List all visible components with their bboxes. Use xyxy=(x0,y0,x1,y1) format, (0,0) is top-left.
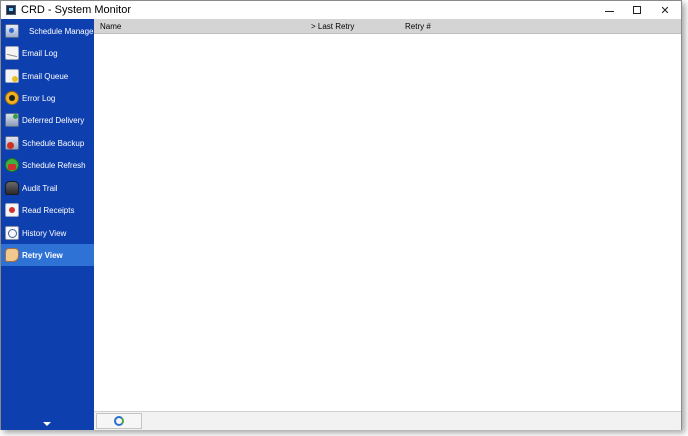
deferred-delivery-icon xyxy=(5,113,19,127)
sidebar-item-label: Deferred Delivery xyxy=(22,115,85,125)
minimize-icon xyxy=(604,10,614,12)
title-bar[interactable]: CRD - System Monitor ✕ xyxy=(1,1,681,19)
sidebar-item-label: Audit Trail xyxy=(22,183,58,193)
sidebar-item-label: Retry View xyxy=(22,250,63,260)
column-header-name[interactable]: Name xyxy=(100,22,121,31)
sidebar-item-deferred-delivery[interactable]: Deferred Delivery xyxy=(1,109,94,131)
sidebar-item-schedule-manager[interactable]: Schedule Manager xyxy=(1,20,97,42)
close-icon: ✕ xyxy=(660,3,670,17)
refresh-button[interactable] xyxy=(96,413,142,429)
sidebar-item-label: Schedule Refresh xyxy=(22,160,86,170)
status-bar xyxy=(94,411,681,430)
schedule-refresh-icon xyxy=(5,158,19,172)
sidebar-item-label: Email Queue xyxy=(22,71,69,81)
column-header-retry-count[interactable]: Retry # xyxy=(405,22,431,31)
sidebar-item-error-log[interactable]: Error Log xyxy=(1,87,94,109)
sidebar-item-label: Read Receipts xyxy=(22,205,75,215)
window-title: CRD - System Monitor xyxy=(21,4,132,16)
app-monitor-icon xyxy=(6,5,16,15)
history-view-icon xyxy=(5,226,19,240)
app-window: CRD - System Monitor ✕ Schedule Manager … xyxy=(0,0,682,430)
sidebar-item-label: Schedule Manager xyxy=(29,26,97,36)
sidebar-item-audit-trail[interactable]: Audit Trail xyxy=(1,177,94,199)
column-header-last-retry[interactable]: > Last Retry xyxy=(311,22,354,31)
sidebar-item-label: Email Log xyxy=(22,48,58,58)
read-receipts-icon xyxy=(5,203,19,217)
sidebar-item-history-view[interactable]: History View xyxy=(1,222,94,244)
refresh-icon xyxy=(114,416,124,426)
sidebar-item-schedule-backup[interactable]: Schedule Backup xyxy=(1,132,94,154)
retry-view-icon xyxy=(5,248,19,262)
maximize-icon xyxy=(633,6,641,14)
sidebar: Schedule Manager Email Log Email Queue E… xyxy=(1,19,97,430)
sidebar-item-schedule-refresh[interactable]: Schedule Refresh xyxy=(1,154,94,176)
minimize-button[interactable] xyxy=(595,1,623,19)
schedule-manager-icon xyxy=(5,24,19,38)
sidebar-item-label: Error Log xyxy=(22,93,56,103)
email-log-icon xyxy=(5,46,19,60)
close-button[interactable]: ✕ xyxy=(651,1,679,19)
retry-list: Name > Last Retry Retry # xyxy=(94,19,681,411)
list-header: Name > Last Retry Retry # xyxy=(94,19,681,34)
email-queue-icon xyxy=(5,69,19,83)
sidebar-item-read-receipts[interactable]: Read Receipts xyxy=(1,199,94,221)
sidebar-item-label: Schedule Backup xyxy=(22,138,85,148)
sidebar-item-label: History View xyxy=(22,228,67,238)
audit-trail-icon xyxy=(5,181,19,195)
maximize-button[interactable] xyxy=(623,1,651,19)
sidebar-item-email-queue[interactable]: Email Queue xyxy=(1,65,94,87)
sidebar-item-retry-view[interactable]: Retry View xyxy=(1,244,94,266)
chevron-down-icon[interactable] xyxy=(43,422,51,426)
error-log-icon xyxy=(5,91,19,105)
sidebar-item-email-log[interactable]: Email Log xyxy=(1,42,94,64)
schedule-backup-icon xyxy=(5,136,19,150)
